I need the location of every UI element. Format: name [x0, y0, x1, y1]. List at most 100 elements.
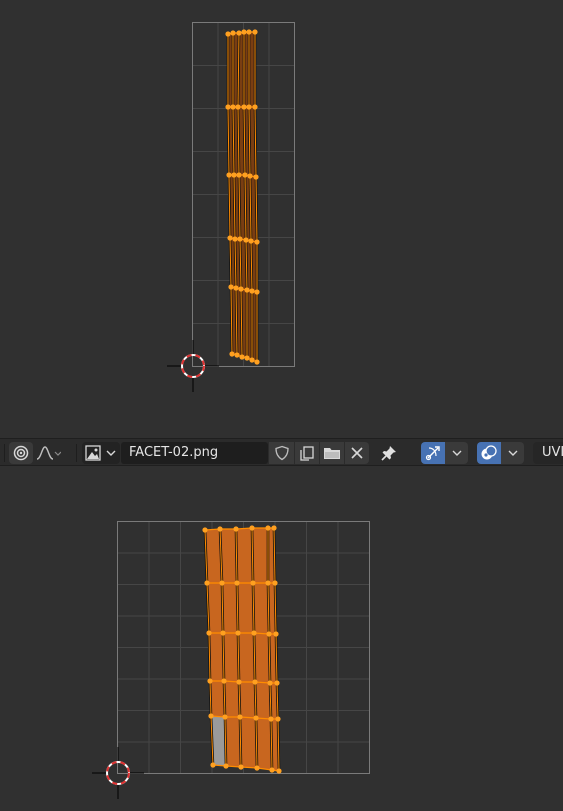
uv-vertex: [210, 762, 216, 768]
uv-vertex: [254, 289, 260, 295]
uv-vertex: [273, 631, 279, 637]
chevron-down-icon: [452, 450, 461, 456]
uv-vertex: [252, 679, 258, 685]
top-uv-viewport[interactable]: [0, 0, 563, 438]
uv-face: [238, 633, 255, 682]
uv-vertex: [225, 104, 231, 110]
uv-vertex: [225, 31, 231, 37]
overlays-toggle-button[interactable]: [477, 442, 501, 464]
uv-vertex: [237, 714, 243, 720]
uv-vertex: [234, 580, 240, 586]
uv-vertex: [236, 679, 242, 685]
uv-face: [237, 583, 254, 633]
uv-vertex: [229, 351, 235, 357]
falloff-curve-icon: [36, 446, 61, 460]
proportional-editing-button[interactable]: [9, 442, 33, 464]
image-name-field[interactable]: FACET-02.png: [121, 442, 268, 464]
uv-vertex: [241, 104, 247, 110]
overlays-dropdown[interactable]: [501, 442, 524, 464]
header-separator: [4, 444, 5, 462]
unlink-image-button[interactable]: [345, 442, 369, 464]
uv-vertex: [253, 715, 259, 721]
top-uv-canvas[interactable]: [0, 0, 563, 438]
uv-vertex: [249, 288, 255, 294]
open-image-folder-icon: [324, 448, 340, 459]
uv-vertex: [236, 172, 242, 178]
uv-face: [210, 681, 225, 717]
uv-vertex: [241, 29, 247, 35]
uv-vertex: [238, 764, 244, 770]
uv-vertex: [234, 352, 240, 358]
pin-image-button[interactable]: [377, 442, 401, 464]
overlay-icon: [481, 445, 497, 460]
open-image-button[interactable]: [320, 442, 344, 464]
image-browse-dropdown[interactable]: [82, 442, 120, 464]
uv-vertex: [246, 29, 252, 35]
uv-vertex: [247, 173, 253, 179]
uv-vertex: [227, 235, 233, 241]
uv-vertex: [254, 765, 260, 771]
uv-vertex: [268, 716, 274, 722]
top-uv-mesh[interactable]: [225, 29, 260, 365]
uv-face: [224, 681, 240, 717]
uv-face: [209, 633, 224, 681]
fake-user-shield-icon: [274, 445, 289, 461]
uv-vertex: [246, 104, 252, 110]
uv-vertex: [275, 716, 281, 722]
uv-vertex: [272, 580, 278, 586]
uv-vertex: [235, 630, 241, 636]
uv-vertex: [208, 713, 214, 719]
uv-vertex: [217, 526, 223, 532]
uv-vertex: [204, 580, 210, 586]
uv-face: [254, 633, 270, 683]
uv-vertex: [244, 287, 250, 293]
chevron-down-icon: [508, 450, 517, 456]
uv-vertex: [252, 29, 258, 35]
uv-vertex: [223, 763, 229, 769]
uv-vertex: [231, 172, 237, 178]
uv-face: [253, 583, 269, 634]
uv-vertex: [239, 354, 245, 360]
uv-sync-select-button[interactable]: [421, 442, 445, 464]
uv-vertex: [207, 678, 213, 684]
uv-vertex: [276, 768, 282, 774]
pin-icon: [381, 446, 396, 461]
bottom-uv-mesh[interactable]: [202, 525, 282, 774]
uv-vertex: [236, 30, 242, 36]
uv-face: [256, 718, 272, 770]
uv-vertex: [269, 767, 275, 773]
falloff-dropdown[interactable]: [35, 442, 61, 464]
uv-vertex: [226, 172, 232, 178]
uv-face: [236, 528, 253, 583]
uv-face: [255, 682, 271, 719]
uv-vertex: [267, 680, 273, 686]
uv-vertex: [232, 236, 238, 242]
uv-face: [252, 528, 268, 583]
sync-select-dropdown[interactable]: [445, 442, 468, 464]
uv-face: [225, 717, 241, 767]
uv-menu-button[interactable]: UVI: [533, 442, 563, 464]
bottom-uv-canvas[interactable]: [0, 466, 563, 811]
uv-vertex: [274, 680, 280, 686]
uv-vertex: [271, 525, 277, 531]
new-image-button[interactable]: [295, 442, 319, 464]
header-separator: [76, 444, 77, 462]
uv-vertex: [254, 239, 260, 245]
unlink-x-icon: [351, 447, 363, 459]
bottom-uv-viewport[interactable]: [0, 466, 563, 811]
uv-vertex: [248, 238, 254, 244]
uv-editor-header: FACET-02.png UVI: [0, 438, 563, 466]
uv-vertex: [228, 284, 234, 290]
uv-vertex: [238, 286, 244, 292]
uv-vertex: [206, 630, 212, 636]
uv-vertex: [244, 355, 250, 361]
uv-vertex: [220, 630, 226, 636]
uv-vertex: [254, 359, 260, 365]
uv-vertex: [249, 357, 255, 363]
proportional-editing-icon: [13, 445, 29, 461]
uv-vertex: [233, 526, 239, 532]
fake-user-button[interactable]: [269, 442, 294, 464]
uv-vertex: [221, 678, 227, 684]
uv-vertex: [252, 104, 258, 110]
uv-face: [223, 633, 239, 682]
